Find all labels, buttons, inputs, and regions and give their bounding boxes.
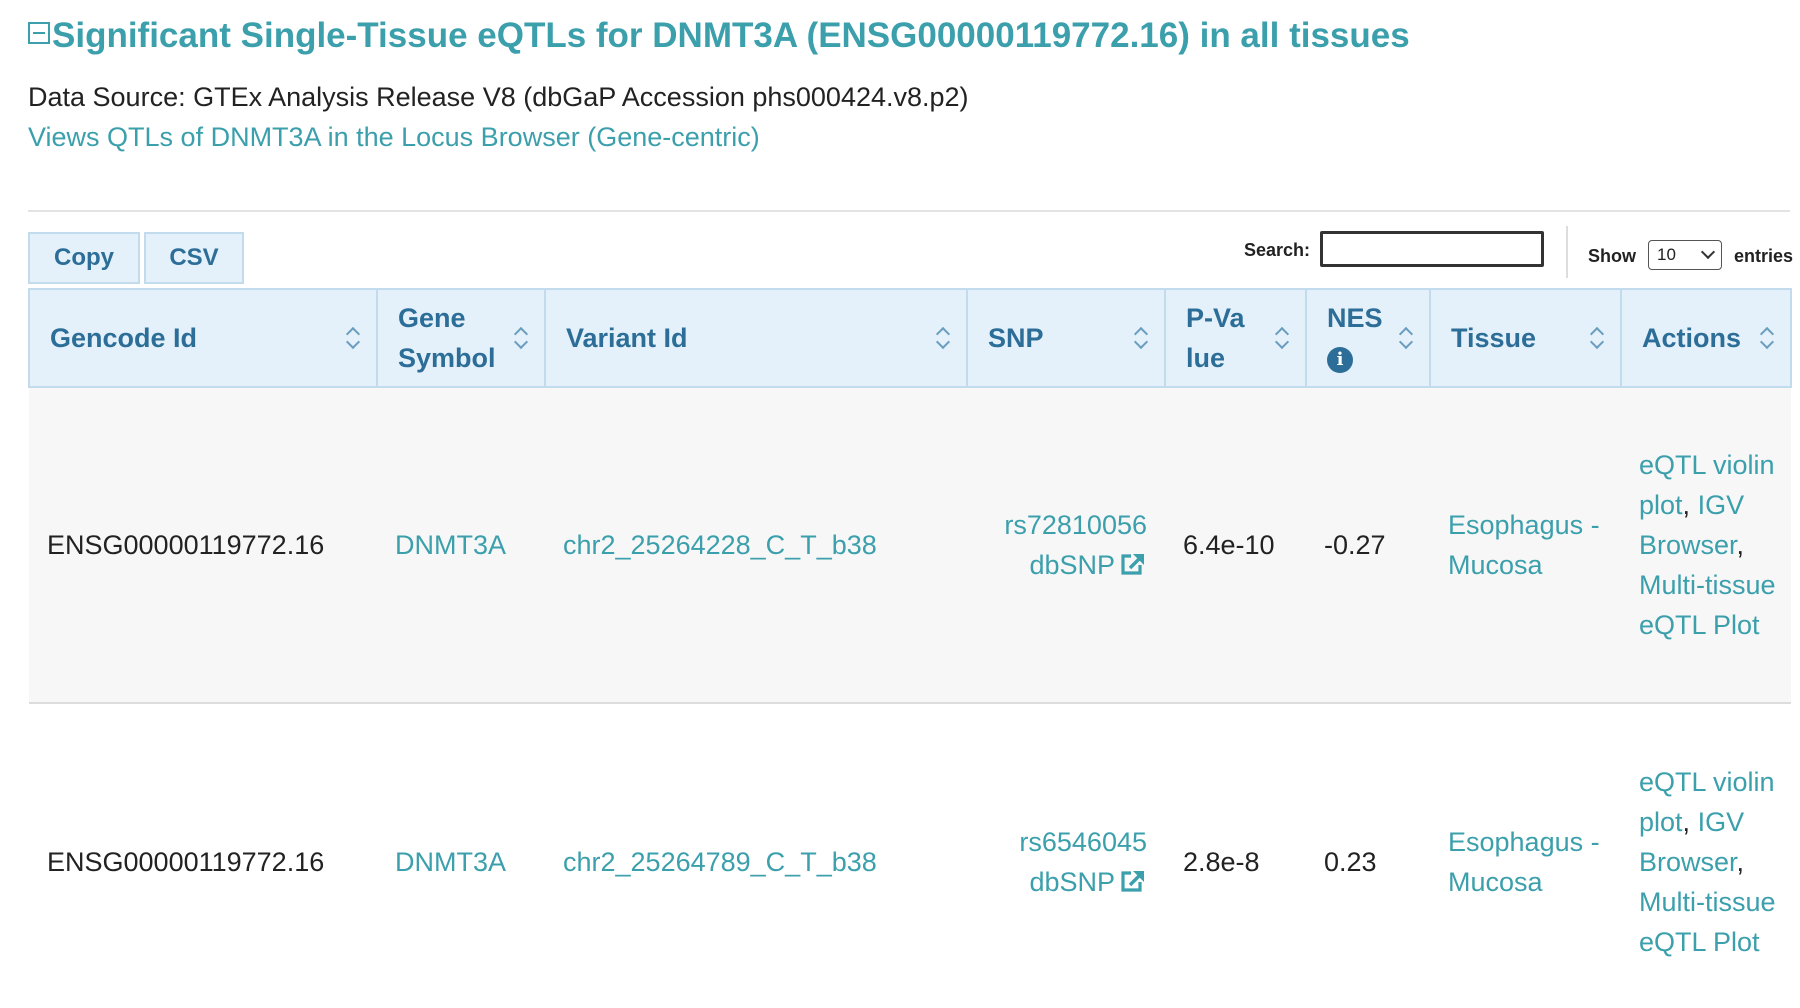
locus-browser-link[interactable]: Views QTLs of DNMT3A in the Locus Browse… bbox=[28, 122, 760, 153]
col-header-variant-id[interactable]: Variant Id bbox=[544, 288, 968, 388]
cell-gencode-id: ENSG00000119772.16 bbox=[29, 387, 377, 704]
info-circle-icon[interactable]: i bbox=[1327, 346, 1353, 373]
gene-symbol-link[interactable]: DNMT3A bbox=[395, 847, 506, 877]
tissue-link[interactable]: Esophagus - Mucosa bbox=[1448, 827, 1600, 897]
sort-icon bbox=[1760, 326, 1774, 350]
table-row: ENSG00000119772.16 DNMT3A chr2_25264789_… bbox=[29, 703, 1791, 1008]
variant-id-link[interactable]: chr2_25264789_C_T_b38 bbox=[563, 847, 877, 877]
tissue-link[interactable]: Esophagus - Mucosa bbox=[1448, 510, 1600, 580]
cell-nes: -0.27 bbox=[1306, 387, 1430, 704]
chevron-down-icon bbox=[1700, 244, 1716, 260]
col-header-nes[interactable]: NES i bbox=[1305, 288, 1431, 388]
sort-icon bbox=[514, 326, 528, 350]
cell-nes: 0.23 bbox=[1306, 703, 1430, 1008]
copy-button[interactable]: Copy bbox=[28, 232, 140, 284]
show-label: Show bbox=[1588, 246, 1636, 266]
cell-p-value: 2.8e-8 bbox=[1165, 703, 1306, 1008]
search-label: Search: bbox=[1244, 240, 1311, 260]
sort-icon bbox=[936, 326, 950, 350]
data-source-text: Data Source: GTEx Analysis Release V8 (d… bbox=[28, 82, 969, 112]
minus-square-icon[interactable] bbox=[28, 22, 50, 44]
dbsnp-link[interactable]: dbSNP bbox=[1029, 867, 1147, 897]
table-row: ENSG00000119772.16 DNMT3A chr2_25264228_… bbox=[29, 387, 1791, 704]
external-link-icon bbox=[1121, 870, 1144, 892]
page-title: Significant Single-Tissue eQTLs for DNMT… bbox=[52, 16, 1410, 55]
multi-tissue-eqtl-plot-link[interactable]: Multi-tissue eQTL Plot bbox=[1639, 570, 1776, 640]
col-header-gene-symbol[interactable]: Gene Symbol bbox=[376, 288, 546, 388]
col-header-tissue[interactable]: Tissue bbox=[1429, 288, 1622, 388]
sort-icon bbox=[1275, 326, 1289, 350]
multi-tissue-eqtl-plot-link[interactable]: Multi-tissue eQTL Plot bbox=[1639, 887, 1776, 957]
snp-id-link[interactable]: rs72810056 bbox=[1004, 510, 1147, 540]
col-header-gencode-id[interactable]: Gencode Id bbox=[28, 288, 378, 388]
cell-p-value: 6.4e-10 bbox=[1165, 387, 1306, 704]
sort-icon bbox=[346, 326, 360, 350]
snp-id-link[interactable]: rs6546045 bbox=[1019, 827, 1147, 857]
search-input[interactable] bbox=[1320, 231, 1544, 267]
divider bbox=[28, 210, 1790, 212]
col-header-p-value[interactable]: P-Value bbox=[1164, 288, 1307, 388]
title-row: Significant Single-Tissue eQTLs for DNMT… bbox=[28, 16, 1410, 56]
col-header-actions[interactable]: Actions bbox=[1620, 288, 1792, 388]
table-header-row: Gencode Id Gene Symbol Variant Id SNP P-… bbox=[28, 288, 1792, 388]
gene-symbol-link[interactable]: DNMT3A bbox=[395, 530, 506, 560]
sort-icon bbox=[1590, 326, 1604, 350]
csv-button[interactable]: CSV bbox=[144, 232, 244, 284]
cell-gencode-id: ENSG00000119772.16 bbox=[29, 703, 377, 1008]
entries-select[interactable]: 10 bbox=[1648, 240, 1722, 270]
toolbar-separator bbox=[1566, 226, 1568, 278]
external-link-icon bbox=[1121, 554, 1144, 575]
sort-icon bbox=[1134, 326, 1148, 350]
variant-id-link[interactable]: chr2_25264228_C_T_b38 bbox=[563, 530, 877, 560]
col-header-snp[interactable]: SNP bbox=[966, 288, 1166, 388]
entries-label: entries bbox=[1734, 246, 1794, 266]
eqtl-table: Gencode Id Gene Symbol Variant Id SNP P-… bbox=[28, 288, 1792, 1008]
sort-icon bbox=[1399, 326, 1413, 350]
entries-select-value: 10 bbox=[1657, 245, 1676, 264]
dbsnp-link[interactable]: dbSNP bbox=[1029, 550, 1147, 580]
